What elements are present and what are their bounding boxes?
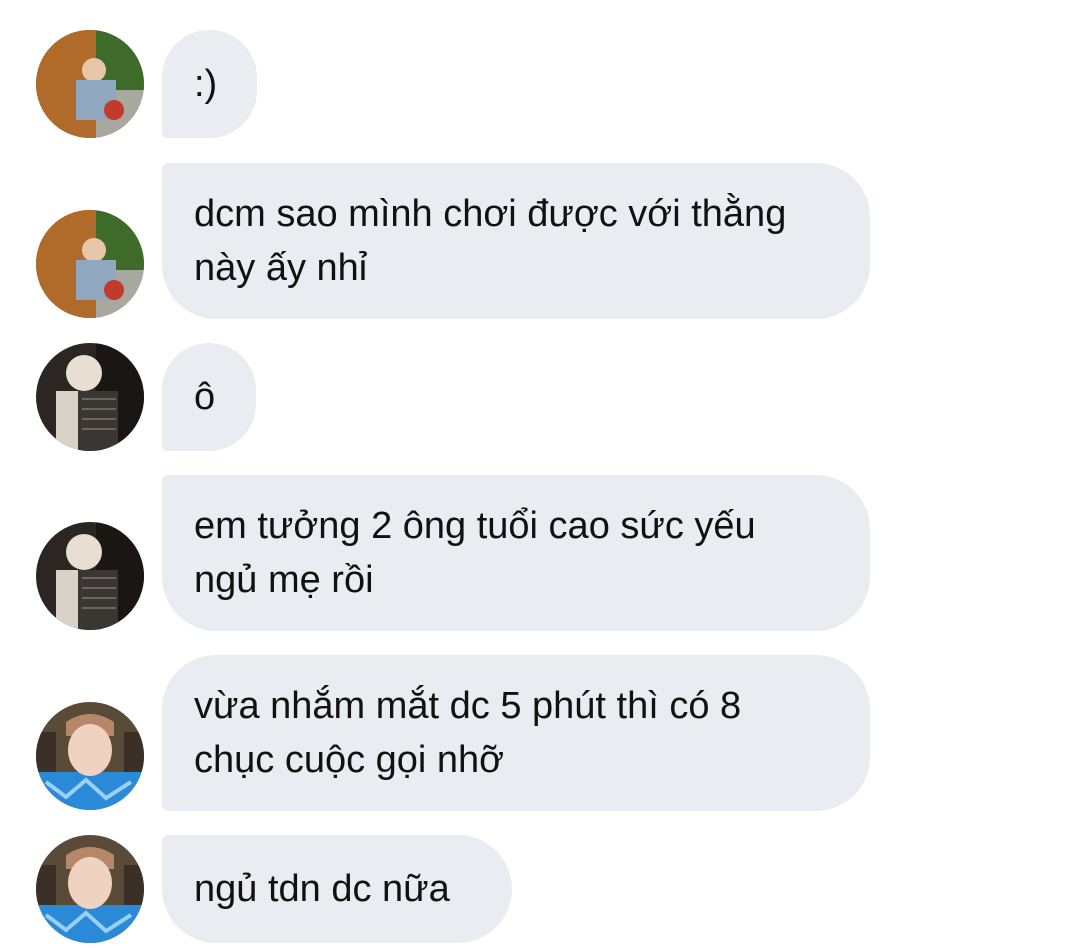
avatar-image: [36, 343, 144, 451]
message-text: dcm sao mình chơi được với thằng này ấy …: [194, 193, 787, 289]
message-bubble[interactable]: vừa nhắm mắt dc 5 phút thì có 8 chục cuộ…: [162, 655, 870, 811]
message-row: em tưởng 2 ông tuổi cao sức yếu ngủ mẹ r…: [0, 475, 1080, 631]
avatar-user-c[interactable]: [36, 702, 144, 810]
avatar-image: [36, 702, 144, 810]
avatar-user-a[interactable]: [36, 30, 144, 138]
message-text: em tưởng 2 ông tuổi cao sức yếu ngủ mẹ r…: [194, 505, 756, 601]
message-bubble[interactable]: em tưởng 2 ông tuổi cao sức yếu ngủ mẹ r…: [162, 475, 870, 631]
message-bubble[interactable]: ngủ tdn dc nữa: [162, 835, 512, 943]
message-text: vừa nhắm mắt dc 5 phút thì có 8 chục cuộ…: [194, 685, 742, 781]
avatar-user-a[interactable]: [36, 210, 144, 318]
avatar-user-b[interactable]: [36, 343, 144, 451]
avatar-image: [36, 30, 144, 138]
message-row: dcm sao mình chơi được với thằng này ấy …: [0, 163, 1080, 319]
avatar-user-c[interactable]: [36, 835, 144, 943]
avatar-user-b[interactable]: [36, 522, 144, 630]
message-row: vừa nhắm mắt dc 5 phút thì có 8 chục cuộ…: [0, 655, 1080, 811]
message-row: ô: [0, 343, 1080, 451]
message-row: :): [0, 30, 1080, 138]
avatar-image: [36, 522, 144, 630]
message-text: ngủ tdn dc nữa: [194, 868, 450, 910]
message-row: ngủ tdn dc nữa: [0, 835, 1080, 943]
avatar-image: [36, 210, 144, 318]
message-text: ô: [194, 376, 216, 418]
message-bubble[interactable]: dcm sao mình chơi được với thằng này ấy …: [162, 163, 870, 319]
message-bubble[interactable]: :): [162, 30, 257, 138]
message-bubble[interactable]: ô: [162, 343, 256, 451]
avatar-image: [36, 835, 144, 943]
message-text: :): [194, 63, 218, 105]
